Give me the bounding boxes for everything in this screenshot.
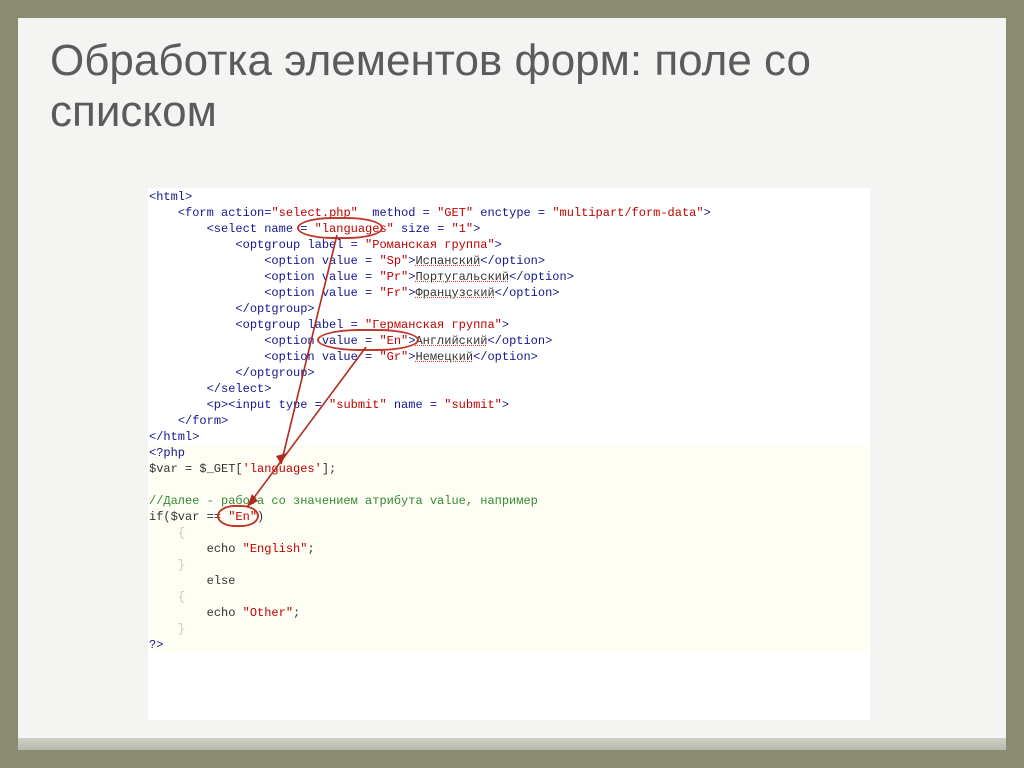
code: "En"	[228, 510, 257, 524]
code: <?php	[149, 446, 185, 460]
code: </option>	[509, 270, 574, 284]
code: )	[257, 510, 264, 524]
code: $var = $_GET[	[149, 462, 243, 476]
code: size =	[394, 222, 452, 236]
code: name =	[264, 222, 314, 236]
code: value =	[322, 350, 380, 364]
code	[149, 574, 178, 588]
code: </option>	[487, 334, 552, 348]
code: Португальский	[415, 270, 509, 284]
code-snippet: <html> <form action="select.php" method …	[148, 188, 870, 720]
code: "Fr"	[379, 286, 408, 300]
code: </option>	[480, 254, 545, 268]
code: "Gr"	[379, 350, 408, 364]
code	[149, 414, 178, 428]
code: Французский	[415, 286, 494, 300]
code: <html>	[149, 190, 192, 204]
code: <option	[264, 334, 322, 348]
code: value =	[322, 286, 380, 300]
code: "submit"	[329, 398, 387, 412]
code: Английский	[415, 334, 487, 348]
code: label =	[307, 238, 365, 252]
code	[149, 302, 235, 316]
code: "submit"	[444, 398, 502, 412]
code: >	[495, 238, 502, 252]
code	[149, 606, 178, 620]
code	[149, 238, 235, 252]
code: "En"	[379, 334, 408, 348]
code: <option	[264, 286, 322, 300]
code: "Other"	[243, 606, 293, 620]
code: }	[149, 558, 185, 572]
code: <select	[207, 222, 265, 236]
code: ;	[293, 606, 300, 620]
code: <form	[178, 206, 221, 220]
code: "languages"	[315, 222, 394, 236]
code	[149, 222, 207, 236]
code: </option>	[473, 350, 538, 364]
code: <p><input	[207, 398, 279, 412]
code: echo	[178, 542, 243, 556]
code: value =	[322, 254, 380, 268]
code: value =	[322, 334, 380, 348]
code: "multipart/form-data"	[552, 206, 703, 220]
code: <option	[264, 270, 322, 284]
code: type =	[279, 398, 329, 412]
code: <optgroup	[235, 318, 307, 332]
code: "Sp"	[379, 254, 408, 268]
code: {	[149, 590, 185, 604]
slide-title: Обработка элементов форм: поле со списко…	[50, 36, 974, 137]
code: </select>	[207, 382, 272, 396]
code: value =	[322, 270, 380, 284]
code: name =	[387, 398, 445, 412]
code	[149, 318, 235, 332]
code: </html>	[149, 430, 199, 444]
slide: Обработка элементов форм: поле со списко…	[0, 0, 1024, 768]
code	[149, 398, 207, 412]
code	[149, 286, 264, 300]
code: Немецкий	[415, 350, 473, 364]
code	[149, 206, 178, 220]
code: enctype =	[473, 206, 552, 220]
code: >	[502, 398, 509, 412]
code	[149, 270, 264, 284]
code: >	[473, 222, 480, 236]
code: {	[149, 526, 185, 540]
code	[149, 382, 207, 396]
code: ;	[307, 542, 314, 556]
code: action=	[221, 206, 271, 220]
code: "Pr"	[379, 270, 408, 284]
code: "English"	[243, 542, 308, 556]
code: else	[178, 574, 236, 588]
code: <option	[264, 350, 322, 364]
code	[149, 334, 264, 348]
code	[149, 254, 264, 268]
code: </form>	[178, 414, 228, 428]
code: "select.php"	[271, 206, 357, 220]
code: method =	[358, 206, 437, 220]
code: ];	[322, 462, 336, 476]
code: "Романская группа"	[365, 238, 495, 252]
code: "1"	[451, 222, 473, 236]
code: ?>	[149, 638, 163, 652]
code: Испанский	[415, 254, 480, 268]
code: }	[149, 622, 185, 636]
code	[149, 350, 264, 364]
code: >	[502, 318, 509, 332]
code: >	[704, 206, 711, 220]
code: if($var ==	[149, 510, 228, 524]
code-comment: //Далее - работа со значением атрибута v…	[149, 494, 538, 508]
code: "Германская группа"	[365, 318, 502, 332]
code: </optgroup>	[235, 366, 314, 380]
code: </option>	[495, 286, 560, 300]
code: label =	[307, 318, 365, 332]
code: <optgroup	[235, 238, 307, 252]
code: <option	[264, 254, 322, 268]
code: echo	[178, 606, 243, 620]
code	[149, 366, 235, 380]
code: "GET"	[437, 206, 473, 220]
code: </optgroup>	[235, 302, 314, 316]
code: 'languages'	[243, 462, 322, 476]
code	[149, 542, 178, 556]
